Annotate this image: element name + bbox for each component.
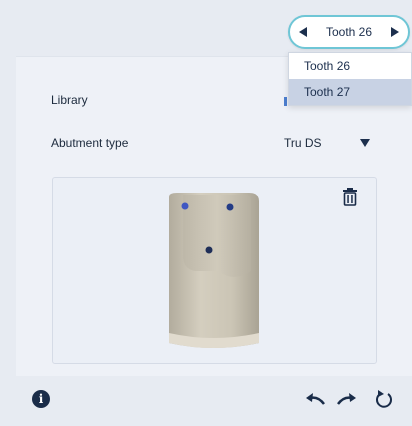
- chevron-down-icon[interactable]: [360, 139, 370, 147]
- library-label: Library: [51, 93, 88, 107]
- info-icon[interactable]: i: [32, 390, 50, 408]
- dropdown-item-tooth-26[interactable]: Tooth 26: [289, 53, 411, 79]
- dropdown-item-tooth-27[interactable]: Tooth 27: [289, 79, 411, 105]
- reset-icon[interactable]: [373, 390, 395, 408]
- abutment-model[interactable]: [163, 193, 263, 353]
- tooth-selector-label: Tooth 26: [325, 25, 373, 39]
- trash-icon[interactable]: [343, 188, 357, 206]
- abutment-type-value[interactable]: Tru DS: [284, 136, 322, 150]
- redo-icon[interactable]: [336, 390, 358, 408]
- undo-icon[interactable]: [304, 390, 326, 408]
- tooth-selector[interactable]: Tooth 26: [288, 15, 410, 49]
- arrow-right-icon[interactable]: [390, 27, 399, 37]
- abutment-type-label: Abutment type: [51, 136, 129, 150]
- arrow-left-icon[interactable]: [299, 27, 307, 37]
- library-value-cursor[interactable]: [284, 97, 287, 106]
- abutment-preview: [52, 177, 377, 364]
- tooth-dropdown: Tooth 26 Tooth 27: [288, 52, 412, 106]
- footer-toolbar: i: [16, 376, 412, 426]
